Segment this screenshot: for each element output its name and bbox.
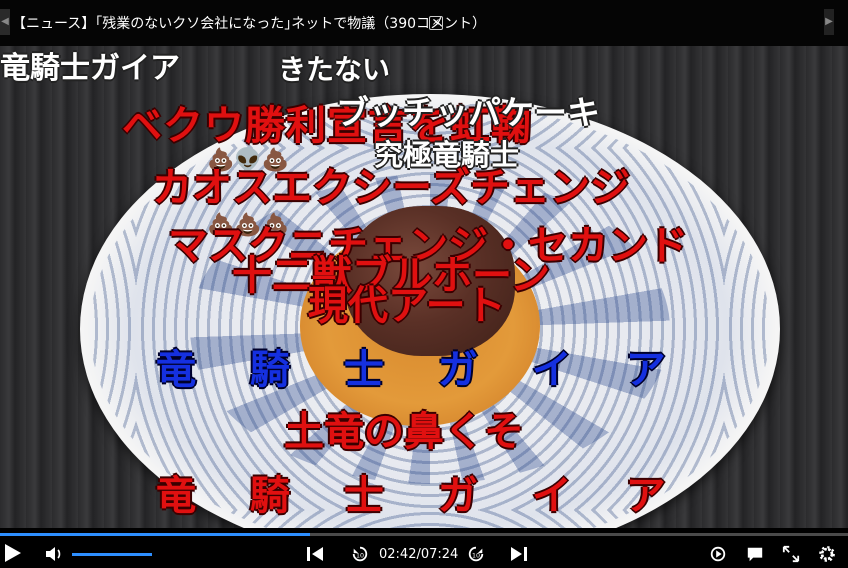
- skip-next-icon[interactable]: [510, 546, 528, 562]
- comment-text: カオスエクシーズチェンジ: [152, 165, 630, 211]
- volume-slider[interactable]: [72, 553, 152, 556]
- comment-text: ブッチッパケーキ: [336, 93, 600, 132]
- comment-text: 現代アート: [308, 283, 506, 329]
- notice-prev-arrow[interactable]: ◀: [0, 9, 10, 35]
- comment-text: 竜 騎 士 ガ イ ア: [156, 473, 666, 519]
- volume-icon[interactable]: [44, 545, 64, 563]
- comment-text: 竜 騎 士 ガ イ ア: [156, 347, 666, 393]
- comment-icon[interactable]: [745, 545, 765, 563]
- player-control-bar: 10 02:42/07:24 10: [0, 528, 848, 568]
- settings-gear-icon[interactable]: [817, 545, 837, 563]
- video-canvas[interactable]: 竜騎士ガイア きたない ベクウ勝利宣言を虹鞠 ブッチッパケーキ 究極竜騎士 💩👽…: [0, 46, 848, 528]
- notice-close-icon[interactable]: ×: [429, 16, 443, 30]
- notice-title-link[interactable]: 【ニュース】｢残業のないクソ会社になった｣ネットで物議（390コメント）: [12, 13, 486, 33]
- news-notice-bar: ◀ 【ニュース】｢残業のないクソ会社になった｣ネットで物議（390コメント） ×…: [0, 0, 848, 46]
- time-display: 02:42/07:24: [379, 547, 458, 562]
- notice-next-arrow[interactable]: ▶: [824, 9, 834, 35]
- rewind-10-icon[interactable]: 10: [350, 545, 370, 563]
- skip-previous-icon[interactable]: [306, 546, 324, 562]
- fullscreen-icon[interactable]: [781, 545, 801, 563]
- repeat-icon[interactable]: [708, 545, 728, 563]
- comment-text: きたない: [278, 53, 391, 86]
- seek-bar-played: [0, 533, 310, 536]
- duration: 07:24: [420, 547, 459, 562]
- forward-10-icon[interactable]: 10: [466, 545, 486, 563]
- play-icon[interactable]: [5, 544, 21, 562]
- current-time: 02:42: [379, 547, 417, 562]
- comment-text: 土竜の鼻くそ: [284, 409, 524, 455]
- volume-slider-fill: [72, 553, 152, 556]
- video-player-window: ◀ 【ニュース】｢残業のないクソ会社になった｣ネットで物議（390コメント） ×…: [0, 0, 848, 568]
- svg-text:10: 10: [356, 553, 364, 560]
- svg-text:10: 10: [472, 553, 480, 560]
- seek-bar[interactable]: [0, 533, 848, 536]
- comment-text: 竜騎士ガイア: [0, 51, 180, 86]
